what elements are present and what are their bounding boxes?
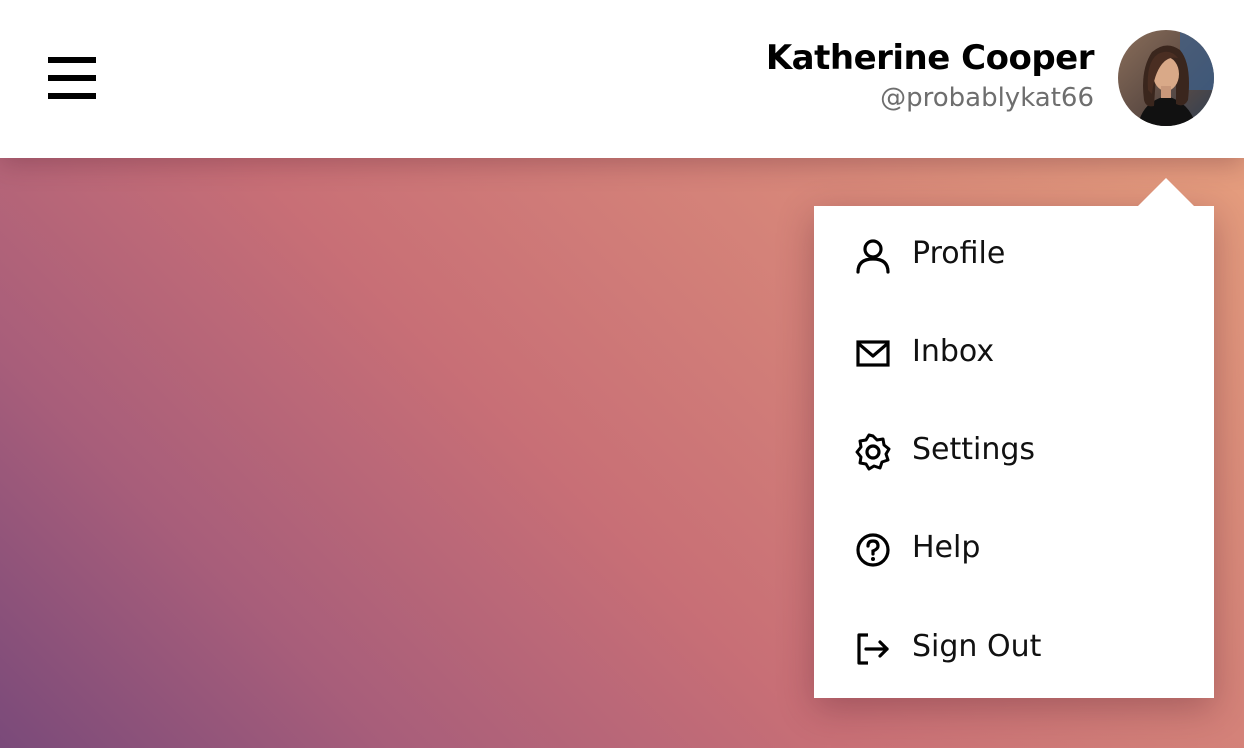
hamburger-bar — [48, 93, 96, 99]
menu-item-profile[interactable]: Profile — [814, 206, 1214, 304]
hamburger-bar — [48, 75, 96, 81]
avatar[interactable] — [1118, 30, 1214, 126]
menu-item-label: Help — [912, 530, 981, 565]
user-handle: @probablykat66 — [880, 83, 1094, 113]
app-page: Katherine Cooper @probablykat66 Profile … — [0, 0, 1244, 748]
menu-item-label: Sign Out — [912, 629, 1042, 664]
user-name: Katherine Cooper — [765, 38, 1095, 78]
user-dropdown-menu: Profile Inbox Settings Help Sign Out — [814, 206, 1214, 698]
question-circle-icon — [854, 531, 892, 569]
gear-icon — [854, 433, 892, 471]
user-info: Katherine Cooper @probablykat66 — [765, 36, 1095, 116]
menu-item-help[interactable]: Help — [814, 500, 1214, 598]
menu-item-label: Inbox — [912, 334, 995, 369]
envelope-icon — [854, 335, 892, 373]
menu-item-settings[interactable]: Settings — [814, 402, 1214, 500]
menu-item-label: Profile — [912, 236, 1006, 271]
hamburger-bar — [48, 57, 96, 63]
menu-item-label: Settings — [912, 432, 1036, 467]
dropdown-caret — [1138, 178, 1194, 206]
user-icon — [854, 237, 892, 275]
avatar-portrait-image — [1118, 30, 1214, 126]
sign-out-icon — [854, 630, 892, 668]
hamburger-menu-icon[interactable] — [48, 57, 96, 99]
menu-item-sign-out[interactable]: Sign Out — [814, 599, 1214, 697]
top-header: Katherine Cooper @probablykat66 — [0, 0, 1244, 158]
menu-item-inbox[interactable]: Inbox — [814, 304, 1214, 402]
